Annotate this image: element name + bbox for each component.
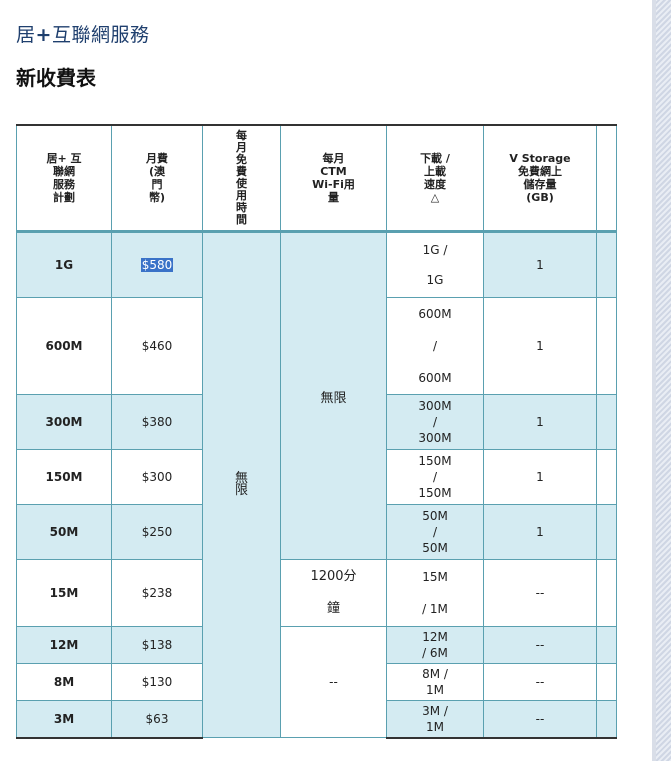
extra-cell: [596, 394, 617, 450]
page-title: 居+互聯網服務: [16, 20, 149, 47]
fee-cell[interactable]: $580: [111, 231, 203, 298]
speed-cell: 3M /1M: [386, 700, 484, 739]
fee-cell: $138: [111, 626, 203, 664]
section-heading: 新收費表: [16, 66, 96, 90]
storage-cell: --: [483, 559, 597, 627]
storage-cell: 1: [483, 231, 597, 298]
title-part: 居: [16, 24, 36, 46]
speed-cell: 1G /1G: [386, 231, 484, 298]
extra-cell: [596, 626, 617, 664]
storage-cell: --: [483, 626, 597, 664]
storage-cell: 1: [483, 449, 597, 505]
header-extra: [596, 124, 617, 233]
fee-cell: $130: [111, 663, 203, 701]
fee-cell: $460: [111, 297, 203, 395]
wifi-none-cell: --: [280, 626, 387, 738]
storage-cell: 1: [483, 394, 597, 450]
plan-cell: 50M: [16, 504, 112, 560]
header-storage: V Storage 免費網上 儲存量 (GB): [483, 124, 597, 233]
plan-cell: 15M: [16, 559, 112, 627]
extra-cell: [596, 504, 617, 560]
speed-cell: 8M /1M: [386, 663, 484, 701]
plan-cell: 8M: [16, 663, 112, 701]
plan-cell: 3M: [16, 700, 112, 739]
storage-cell: --: [483, 700, 597, 739]
extra-cell: [596, 663, 617, 701]
wifi-minutes-cell: 1200分鐘: [280, 559, 387, 627]
plan-cell: 150M: [16, 449, 112, 505]
fee-cell: $250: [111, 504, 203, 560]
extra-cell: [596, 297, 617, 395]
fee-cell: $238: [111, 559, 203, 627]
table-row: 12M $138 -- 12M/ 6M --: [16, 626, 617, 738]
table-row: 15M $238 1200分鐘 15M/ 1M --: [16, 559, 617, 627]
extra-cell: [596, 449, 617, 505]
plan-cell: 12M: [16, 626, 112, 664]
header-speed: 下載 / 上載 速度 △: [386, 124, 484, 233]
speed-cell: 600M/600M: [386, 297, 484, 395]
plan-cell: 300M: [16, 394, 112, 450]
fee-cell: $63: [111, 700, 203, 739]
table-row: 1G $580 無限 無限 1G /1G 1: [16, 231, 617, 738]
speed-cell: 12M/ 6M: [386, 626, 484, 664]
extra-cell: [596, 231, 617, 298]
scrollbar[interactable]: [652, 0, 671, 761]
header-row: 居+ 互聯網 服務 計劃 月費 (澳門幣) 每月免費使用時間 每月 CTM Wi-Fi用量…: [16, 124, 617, 233]
header-plan: 居+ 互聯網 服務 計劃: [16, 124, 112, 233]
free-time-cell: 無限: [202, 231, 281, 738]
rate-table: 居+ 互聯網 服務 計劃 月費 (澳門幣) 每月免費使用時間 每月 CTM Wi-Fi用量…: [16, 124, 617, 739]
fee-cell: $300: [111, 449, 203, 505]
storage-cell: 1: [483, 297, 597, 395]
speed-cell: 15M/ 1M: [386, 559, 484, 627]
speed-cell: 150M/150M: [386, 449, 484, 505]
header-wifi: 每月 CTM Wi-Fi用量: [280, 124, 387, 233]
fee-cell: $380: [111, 394, 203, 450]
header-monthly-fee: 月費 (澳門幣): [111, 124, 203, 233]
speed-cell: 300M/300M: [386, 394, 484, 450]
plan-cell: 600M: [16, 297, 112, 395]
speed-cell: 50M/50M: [386, 504, 484, 560]
extra-cell: [596, 559, 617, 627]
title-plus: +: [35, 24, 52, 46]
storage-cell: --: [483, 663, 597, 701]
extra-cell: [596, 700, 617, 739]
wifi-unlimited-cell: 無限: [280, 231, 387, 560]
storage-cell: 1: [483, 504, 597, 560]
title-part: 互聯網服務: [51, 24, 150, 46]
fee-selected[interactable]: $580: [140, 258, 174, 272]
plan-cell: 1G: [16, 231, 112, 298]
header-free-time: 每月免費使用時間: [202, 124, 281, 233]
